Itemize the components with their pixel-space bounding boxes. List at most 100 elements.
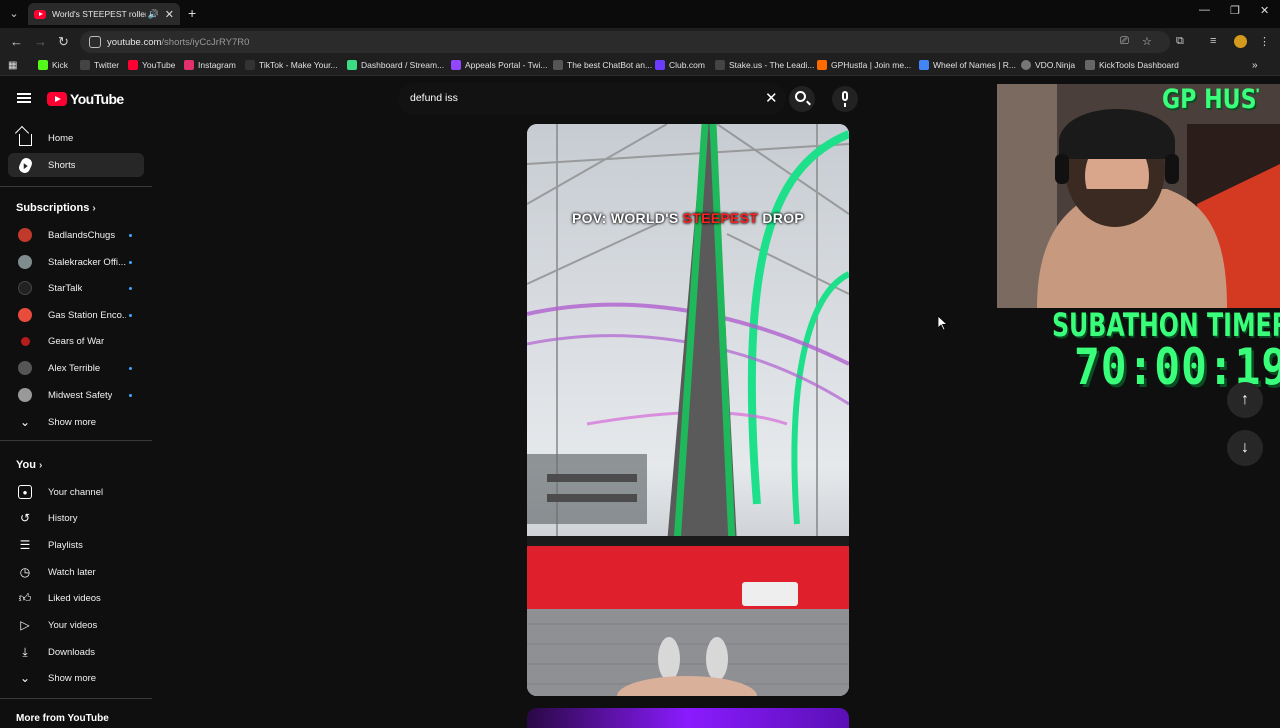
clear-search-icon[interactable]: ✕ xyxy=(765,89,778,107)
new-content-dot xyxy=(129,234,132,237)
youtube-logo[interactable]: YouTube xyxy=(47,91,124,107)
bookmark-stake[interactable]: Stake.us - The Leadi... xyxy=(715,60,814,70)
site-info-icon[interactable] xyxy=(89,36,101,48)
tab-search-dropdown[interactable]: ⌄ xyxy=(6,6,22,22)
bookmark-twitter[interactable]: Twitter xyxy=(80,60,119,70)
bookmark-favicon-icon xyxy=(128,60,138,70)
reload-button[interactable]: ↻ xyxy=(58,34,69,50)
channel-avatar xyxy=(20,336,30,346)
subscription-item[interactable]: BadlandsChugs xyxy=(8,223,144,247)
chevron-down-icon: ⌄ xyxy=(19,415,31,429)
youtube-favicon-icon xyxy=(34,9,46,19)
new-content-dot xyxy=(129,261,132,264)
apps-grid-icon[interactable]: ▦ xyxy=(8,60,17,71)
bookmark-appeals-portal[interactable]: Appeals Portal - Twi... xyxy=(451,60,548,70)
webcam-overlay xyxy=(997,84,1280,308)
you-header[interactable]: You › xyxy=(16,459,42,471)
sidebar-item-home[interactable]: Home xyxy=(8,126,144,150)
sidebar-item-playlists[interactable]: ☰ Playlists xyxy=(8,533,144,557)
sidebar-item-watch-later[interactable]: ◷ Watch later xyxy=(8,560,144,584)
subscription-item[interactable]: Stalekracker Offi... xyxy=(8,250,144,274)
sidebar-item-label: Shorts xyxy=(48,159,76,171)
subscription-item[interactable]: Midwest Safety xyxy=(8,383,144,407)
voice-search-button[interactable] xyxy=(832,86,858,112)
bookmark-wheel-of-names[interactable]: Wheel of Names | R... xyxy=(919,60,1016,70)
playlists-icon: ☰ xyxy=(19,538,31,552)
media-controls-icon[interactable]: ≡ xyxy=(1210,35,1216,47)
sidebar-item-history[interactable]: ↺ History xyxy=(8,506,144,530)
profile-avatar[interactable] xyxy=(1234,35,1247,48)
next-short-preview[interactable] xyxy=(527,708,849,728)
subscription-item[interactable]: Gears of War xyxy=(8,329,144,353)
search-input[interactable]: defund iss ✕ xyxy=(398,83,786,115)
url-path: /shorts/iyCcJrRY7R0 xyxy=(161,36,250,48)
tab-title: World's STEEPEST roller coa xyxy=(52,9,146,19)
search-button[interactable] xyxy=(789,86,815,112)
browser-tab-active[interactable]: World's STEEPEST roller coa 🔊 ✕ xyxy=(28,3,180,25)
new-content-dot xyxy=(129,367,132,370)
sidebar-item-downloads[interactable]: ⤓ Downloads xyxy=(8,640,144,664)
bookmark-favicon-icon xyxy=(1085,60,1095,70)
sidebar-item-liked-videos[interactable]: 👍︎ Liked videos xyxy=(8,586,144,610)
minimize-icon[interactable]: — xyxy=(1199,4,1210,16)
shorts-icon xyxy=(16,155,34,175)
extensions-icon[interactable]: ⧉ xyxy=(1176,35,1184,48)
window-close-icon[interactable]: ✕ xyxy=(1260,4,1269,17)
show-more-you[interactable]: ⌄ Show more xyxy=(8,666,144,690)
bookmark-dashboard[interactable]: Dashboard / Stream... xyxy=(347,60,444,70)
thumbs-up-icon: 👍︎ xyxy=(18,590,32,605)
url-host: youtube.com xyxy=(107,36,162,48)
search-icon xyxy=(795,91,806,102)
previous-short-button[interactable]: ↑ xyxy=(1227,382,1263,418)
bookmark-favicon-icon xyxy=(347,60,357,70)
short-video-player[interactable]: POV: WORLD'S STEEPEST DROP xyxy=(527,124,849,696)
bookmark-kick[interactable]: Kick xyxy=(38,60,68,70)
install-app-icon[interactable]: ⎚ xyxy=(1120,35,1129,48)
restore-icon[interactable]: ❐ xyxy=(1230,4,1240,17)
channel-avatar xyxy=(18,308,32,322)
bookmark-kicktools[interactable]: KickTools Dashboard xyxy=(1085,60,1179,70)
tab-close-icon[interactable]: ✕ xyxy=(165,8,174,21)
bookmark-club[interactable]: Club.com xyxy=(655,60,705,70)
sidebar-item-shorts[interactable]: Shorts xyxy=(8,153,144,177)
more-from-youtube-header: More from YouTube xyxy=(16,713,109,724)
bookmark-star-icon[interactable]: ☆ xyxy=(1142,35,1152,48)
new-tab-button[interactable]: + xyxy=(188,5,196,21)
menu-kebab-icon[interactable]: ⋮ xyxy=(1259,35,1270,48)
bookmark-instagram[interactable]: Instagram xyxy=(184,60,236,70)
bookmark-favicon-icon xyxy=(80,60,90,70)
subscription-item[interactable]: Alex Terrible xyxy=(8,356,144,380)
bookmark-youtube[interactable]: YouTube xyxy=(128,60,175,70)
bookmark-favicon-icon xyxy=(245,60,255,70)
video-caption: POV: WORLD'S STEEPEST DROP xyxy=(571,210,805,226)
bookmark-chatbot[interactable]: The best ChatBot an... xyxy=(553,60,652,70)
channel-avatar xyxy=(18,228,32,242)
speaker-icon[interactable]: 🔊 xyxy=(148,9,159,20)
subscription-item[interactable]: Gas Station Enco... xyxy=(8,303,144,327)
sidebar-item-label: Home xyxy=(48,132,74,144)
bookmark-tiktok[interactable]: TikTok - Make Your... xyxy=(245,60,338,70)
next-short-button[interactable]: ↓ xyxy=(1227,430,1263,466)
forward-button[interactable]: → xyxy=(34,34,47,49)
address-bar-row: ← → ↻ youtube.com/shorts/iyCcJrRY7R0 ⎚ ☆… xyxy=(0,28,1280,56)
channel-avatar xyxy=(18,255,32,269)
url-bar[interactable]: youtube.com/shorts/iyCcJrRY7R0 xyxy=(80,31,1170,53)
bookmark-gphustla[interactable]: GPHustla | Join me... xyxy=(817,60,911,70)
sidebar-item-your-channel[interactable]: ● Your channel xyxy=(8,480,144,504)
history-icon: ↺ xyxy=(19,511,31,525)
arrow-down-icon: ↓ xyxy=(1241,439,1249,456)
hamburger-menu-icon[interactable] xyxy=(17,93,31,103)
more-bookmarks-icon[interactable]: » xyxy=(1252,60,1258,71)
youtube-play-icon xyxy=(47,92,67,106)
search-query: defund iss xyxy=(410,92,458,104)
subscriptions-header[interactable]: Subscriptions › xyxy=(16,202,96,214)
bookmark-favicon-icon xyxy=(184,60,194,70)
bookmarks-bar: ▦ Kick Twitter YouTube Instagram TikTok … xyxy=(0,56,1280,76)
bookmark-favicon-icon xyxy=(451,60,461,70)
back-button[interactable]: ← xyxy=(10,34,23,49)
channel-avatar xyxy=(18,281,32,295)
show-more-subscriptions[interactable]: ⌄ Show more xyxy=(8,410,144,434)
sidebar-item-your-videos[interactable]: ▷ Your videos xyxy=(8,613,144,637)
bookmark-vdo-ninja[interactable]: VDO.Ninja xyxy=(1021,60,1075,70)
subscription-item[interactable]: StarTalk xyxy=(8,276,144,300)
